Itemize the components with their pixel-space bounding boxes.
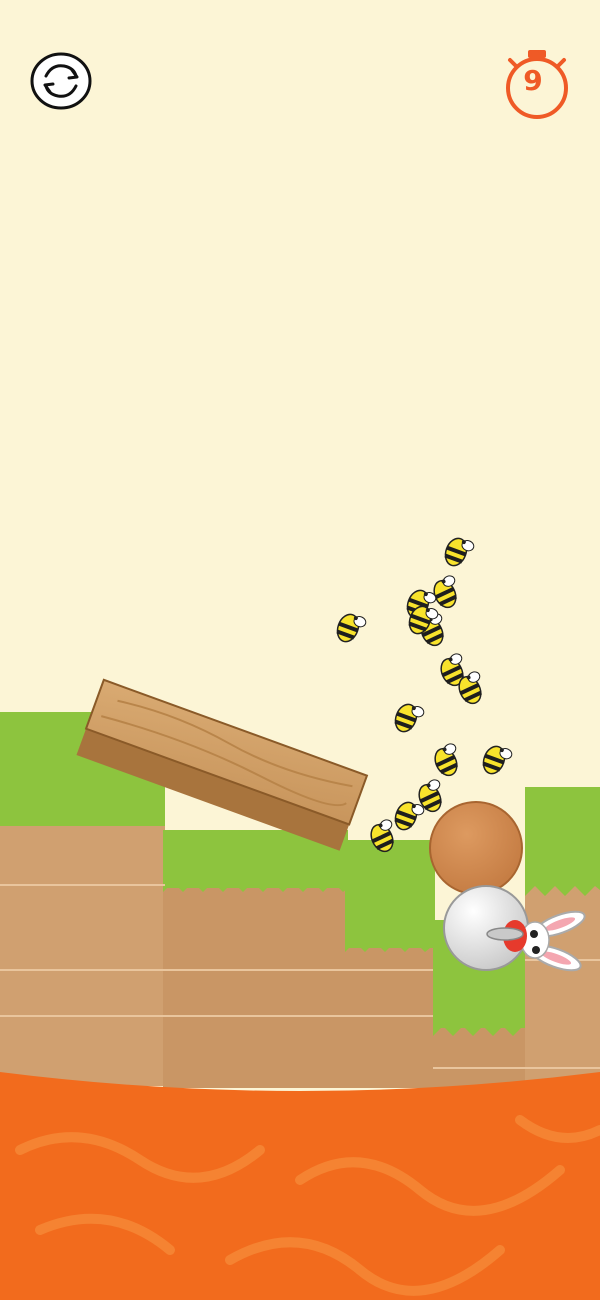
timer-value: 9	[523, 64, 543, 97]
ball[interactable]	[429, 801, 523, 895]
game-screen: 9	[0, 0, 600, 1300]
game-scene	[0, 0, 600, 1300]
timer: 9	[500, 42, 574, 120]
restart-icon	[30, 52, 92, 110]
restart-button[interactable]	[28, 50, 96, 112]
lava	[0, 1072, 600, 1300]
